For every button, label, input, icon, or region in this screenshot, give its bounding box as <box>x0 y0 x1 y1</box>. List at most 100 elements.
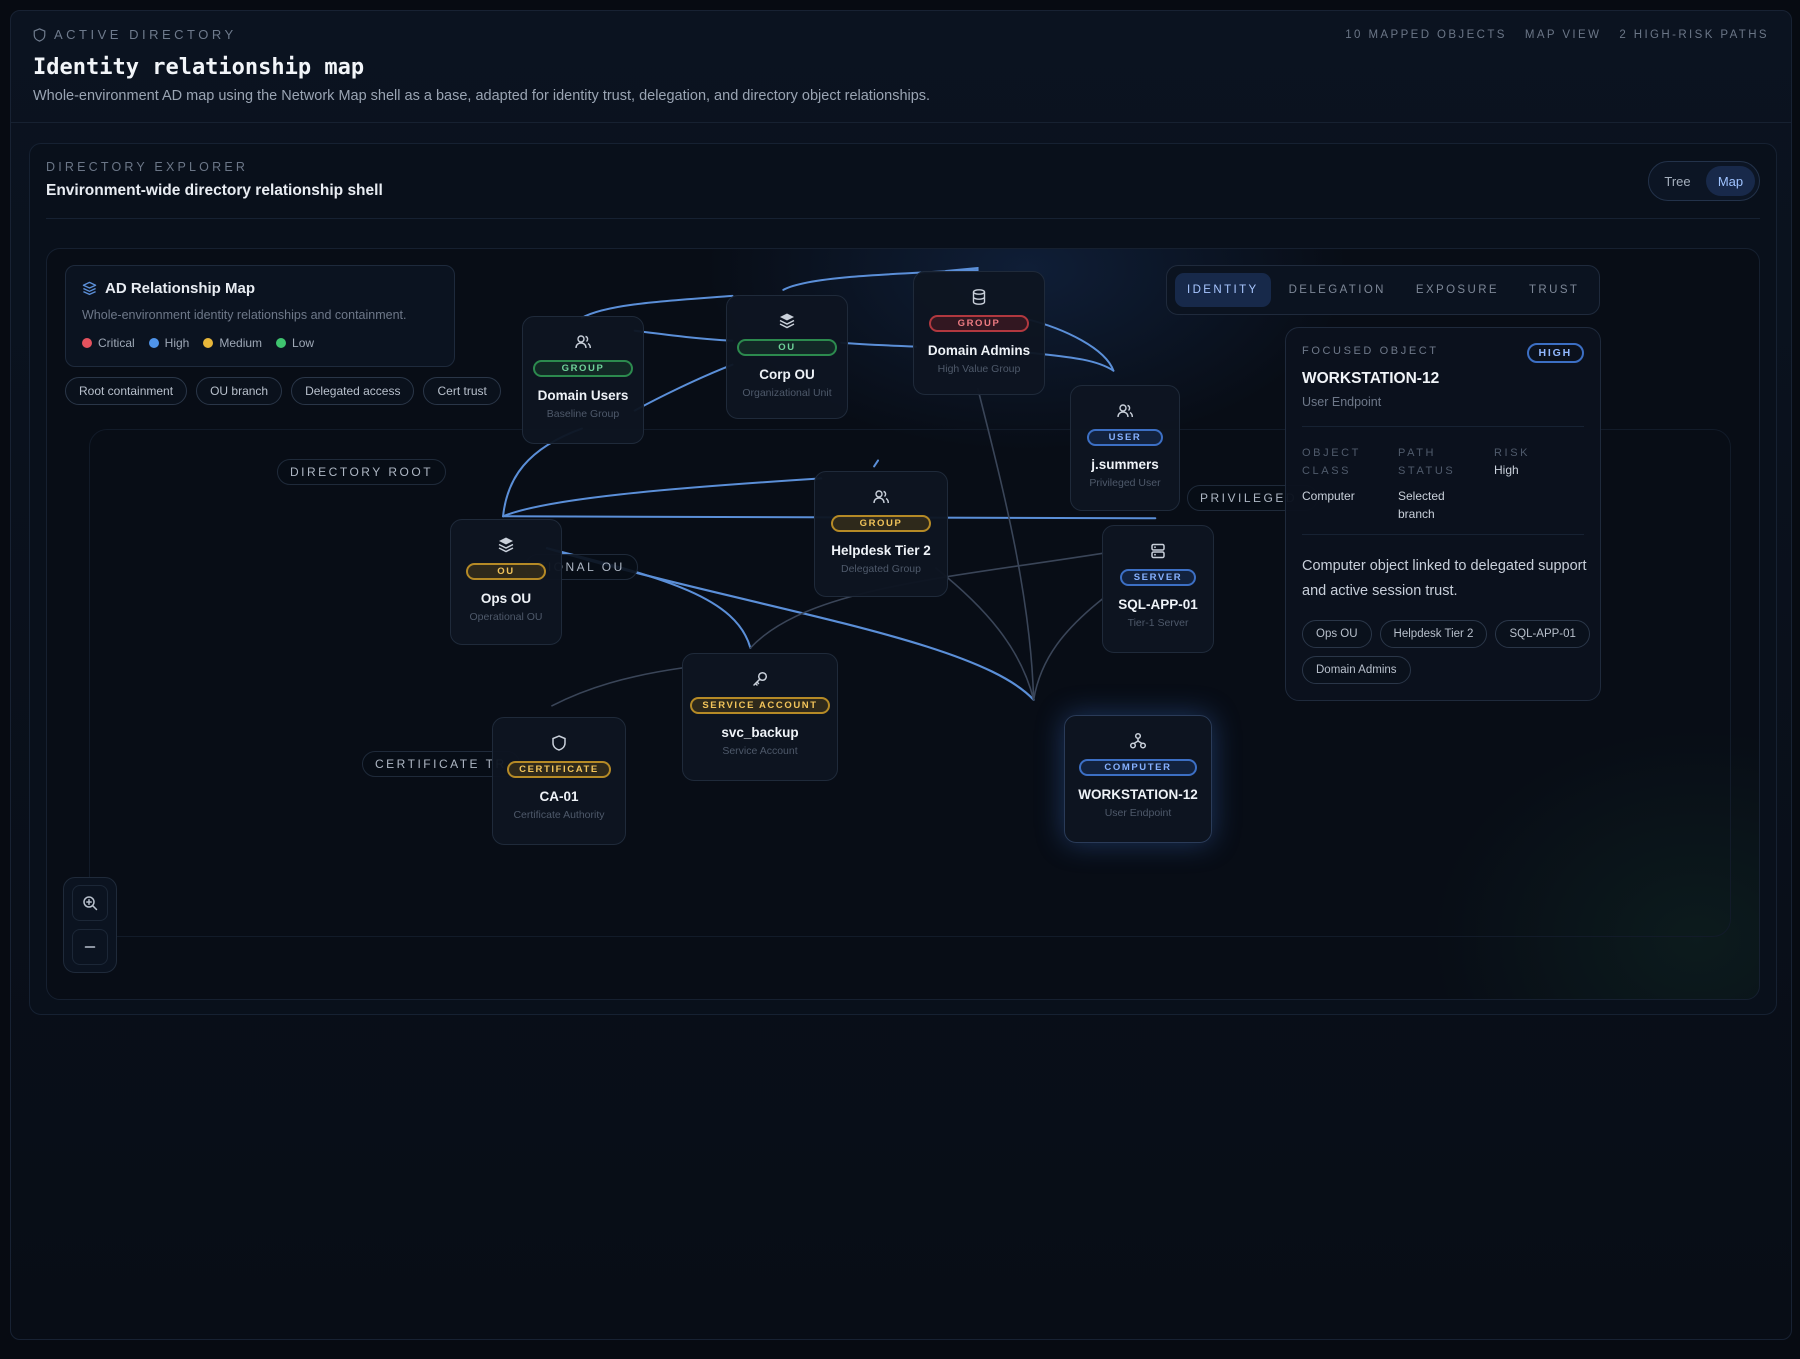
edge-helpdesk-top-stub <box>873 459 880 468</box>
header-eyebrow: ACTIVE DIRECTORY <box>33 27 237 42</box>
node-jsummers[interactable]: USER j.summers Privileged User <box>1070 385 1180 511</box>
directory-explorer-panel: DIRECTORY EXPLORER Environment-wide dire… <box>29 143 1777 1015</box>
node-type: Tier-1 Server <box>1127 617 1189 629</box>
legend-key-label: Medium <box>219 336 263 350</box>
node-ops-ou[interactable]: OU Ops OU Operational OU <box>450 519 562 645</box>
users-icon <box>873 490 889 504</box>
legend-key-label: High <box>164 336 190 350</box>
filter-root-containment[interactable]: Root containment <box>65 377 188 405</box>
node-type: Service Account <box>722 745 798 757</box>
node-type: Baseline Group <box>546 408 620 420</box>
low-dot <box>276 338 287 348</box>
related-sql-app-01[interactable]: SQL-APP-01 <box>1495 620 1590 648</box>
legend-title-row: AD Relationship Map <box>82 280 255 297</box>
node-name: Ops OU <box>480 591 532 606</box>
zoom-in-button[interactable] <box>72 885 108 921</box>
legend-key-critical: Critical <box>82 336 135 350</box>
object-class-field: OBJECT CLASS Computer <box>1302 444 1392 505</box>
tab-exposure[interactable]: EXPOSURE <box>1404 273 1511 307</box>
node-sql-app-01[interactable]: SERVER SQL-APP-01 Tier-1 Server <box>1102 525 1214 653</box>
tab-trust[interactable]: TRUST <box>1517 273 1591 307</box>
node-name: Domain Users <box>537 388 629 403</box>
node-badge: GROUP <box>533 360 633 377</box>
legend-key-label: Critical <box>98 336 135 350</box>
focus-title: WORKSTATION-12 <box>1302 370 1440 387</box>
node-domain-users[interactable]: GROUP Domain Users Baseline Group <box>522 316 644 444</box>
node-badge: USER <box>1087 429 1163 446</box>
app-window: ACTIVE DIRECTORY Identity relationship m… <box>10 10 1792 1340</box>
related-objects: Ops OU Helpdesk Tier 2 SQL-APP-01 Domain… <box>1302 620 1592 684</box>
path-status-value: Selected branch <box>1398 489 1445 521</box>
filter-cert-trust[interactable]: Cert trust <box>423 377 501 405</box>
page-subtitle: Whole-environment AD map using the Netwo… <box>33 88 931 104</box>
minus-icon <box>84 946 96 948</box>
node-corp-ou[interactable]: OU Corp OU Organizational Unit <box>726 295 848 419</box>
node-badge: SERVER <box>1120 569 1196 586</box>
network-icon <box>1129 732 1147 749</box>
focus-subtitle: User Endpoint <box>1302 395 1382 409</box>
risk-badge: HIGH <box>1526 343 1584 363</box>
filter-chips: Root containment OU branch Delegated acc… <box>65 377 501 405</box>
zoom-controls <box>63 877 117 973</box>
page-title: Identity relationship map <box>33 55 365 80</box>
focus-divider-bottom <box>1302 534 1584 535</box>
node-helpdesk-tier-2[interactable]: GROUP Helpdesk Tier 2 Delegated Group <box>814 471 948 597</box>
edge-admins-workstation <box>977 387 1035 701</box>
panel-eyebrow: DIRECTORY EXPLORER <box>46 160 249 174</box>
risk-field: RISK High <box>1494 444 1584 479</box>
legend-key-medium: Medium <box>203 336 262 350</box>
meta-object-count: 10 MAPPED OBJECTS <box>1345 29 1507 41</box>
node-name: svc_backup <box>721 725 799 740</box>
legend-key-label: Low <box>292 336 315 350</box>
header-meta: 10 MAPPED OBJECTS MAP VIEW 2 HIGH-RISK P… <box>1345 29 1769 41</box>
zoom-out-button[interactable] <box>72 929 108 965</box>
panel-divider <box>46 218 1760 219</box>
focused-object-card: FOCUSED OBJECT HIGH WORKSTATION-12 User … <box>1285 327 1601 701</box>
page-header: ACTIVE DIRECTORY Identity relationship m… <box>11 11 1791 123</box>
object-class-value: Computer <box>1302 489 1355 503</box>
node-name: Domain Admins <box>927 343 1031 358</box>
view-toggle: Tree Map <box>1648 161 1760 201</box>
focus-divider-top <box>1302 426 1584 427</box>
tab-delegation[interactable]: DELEGATION <box>1277 273 1398 307</box>
view-map-button[interactable]: Map <box>1706 166 1755 196</box>
panel-title: Environment-wide directory relationship … <box>46 182 383 199</box>
node-badge: GROUP <box>831 515 931 532</box>
legend-title: AD Relationship Map <box>105 280 256 297</box>
risk-value: High <box>1494 463 1519 477</box>
server-icon <box>1151 543 1165 559</box>
shield-icon <box>33 27 46 42</box>
node-badge: SERVICE ACCOUNT <box>690 697 830 714</box>
edge-corp-admins-mid <box>840 341 917 348</box>
filter-ou-branch[interactable]: OU branch <box>196 377 283 405</box>
filter-delegated-access[interactable]: Delegated access <box>291 377 415 405</box>
node-type: Organizational Unit <box>742 387 832 399</box>
path-status-label: PATH STATUS <box>1398 447 1456 477</box>
node-badge: OU <box>466 563 546 580</box>
related-ops-ou[interactable]: Ops OU <box>1302 620 1372 648</box>
map-canvas[interactable]: AD Relationship Map Whole-environment id… <box>46 248 1760 1000</box>
node-ca-01[interactable]: CERTIFICATE CA-01 Certificate Authority <box>492 717 626 845</box>
node-badge: COMPUTER <box>1079 759 1197 776</box>
node-svc-backup[interactable]: SERVICE ACCOUNT svc_backup Service Accou… <box>682 653 838 781</box>
critical-dot <box>82 338 92 348</box>
risk-label: RISK <box>1494 447 1531 459</box>
relation-tabs: IDENTITY DELEGATION EXPOSURE TRUST <box>1166 265 1600 315</box>
related-helpdesk-tier-2[interactable]: Helpdesk Tier 2 <box>1379 620 1488 648</box>
tab-identity[interactable]: IDENTITY <box>1175 273 1271 307</box>
high-dot <box>148 338 159 348</box>
meta-risk-paths: 2 HIGH-RISK PATHS <box>1619 29 1769 41</box>
legend-keys: Critical High Medium Low <box>82 336 314 350</box>
legend-card: AD Relationship Map Whole-environment id… <box>65 265 455 367</box>
node-domain-admins[interactable]: GROUP Domain Admins High Value Group <box>913 271 1045 395</box>
node-name: WORKSTATION-12 <box>1078 787 1198 802</box>
related-domain-admins[interactable]: Domain Admins <box>1302 656 1411 684</box>
focus-description: Computer object linked to delegated supp… <box>1302 558 1587 599</box>
node-workstation-12[interactable]: COMPUTER WORKSTATION-12 User Endpoint <box>1064 715 1212 843</box>
node-name: Helpdesk Tier 2 <box>831 543 931 558</box>
view-tree-button[interactable]: Tree <box>1653 166 1702 196</box>
node-name: Corp OU <box>759 367 815 382</box>
node-type: Privileged User <box>1089 477 1161 489</box>
node-type: High Value Group <box>937 363 1021 375</box>
node-badge: GROUP <box>929 315 1029 332</box>
